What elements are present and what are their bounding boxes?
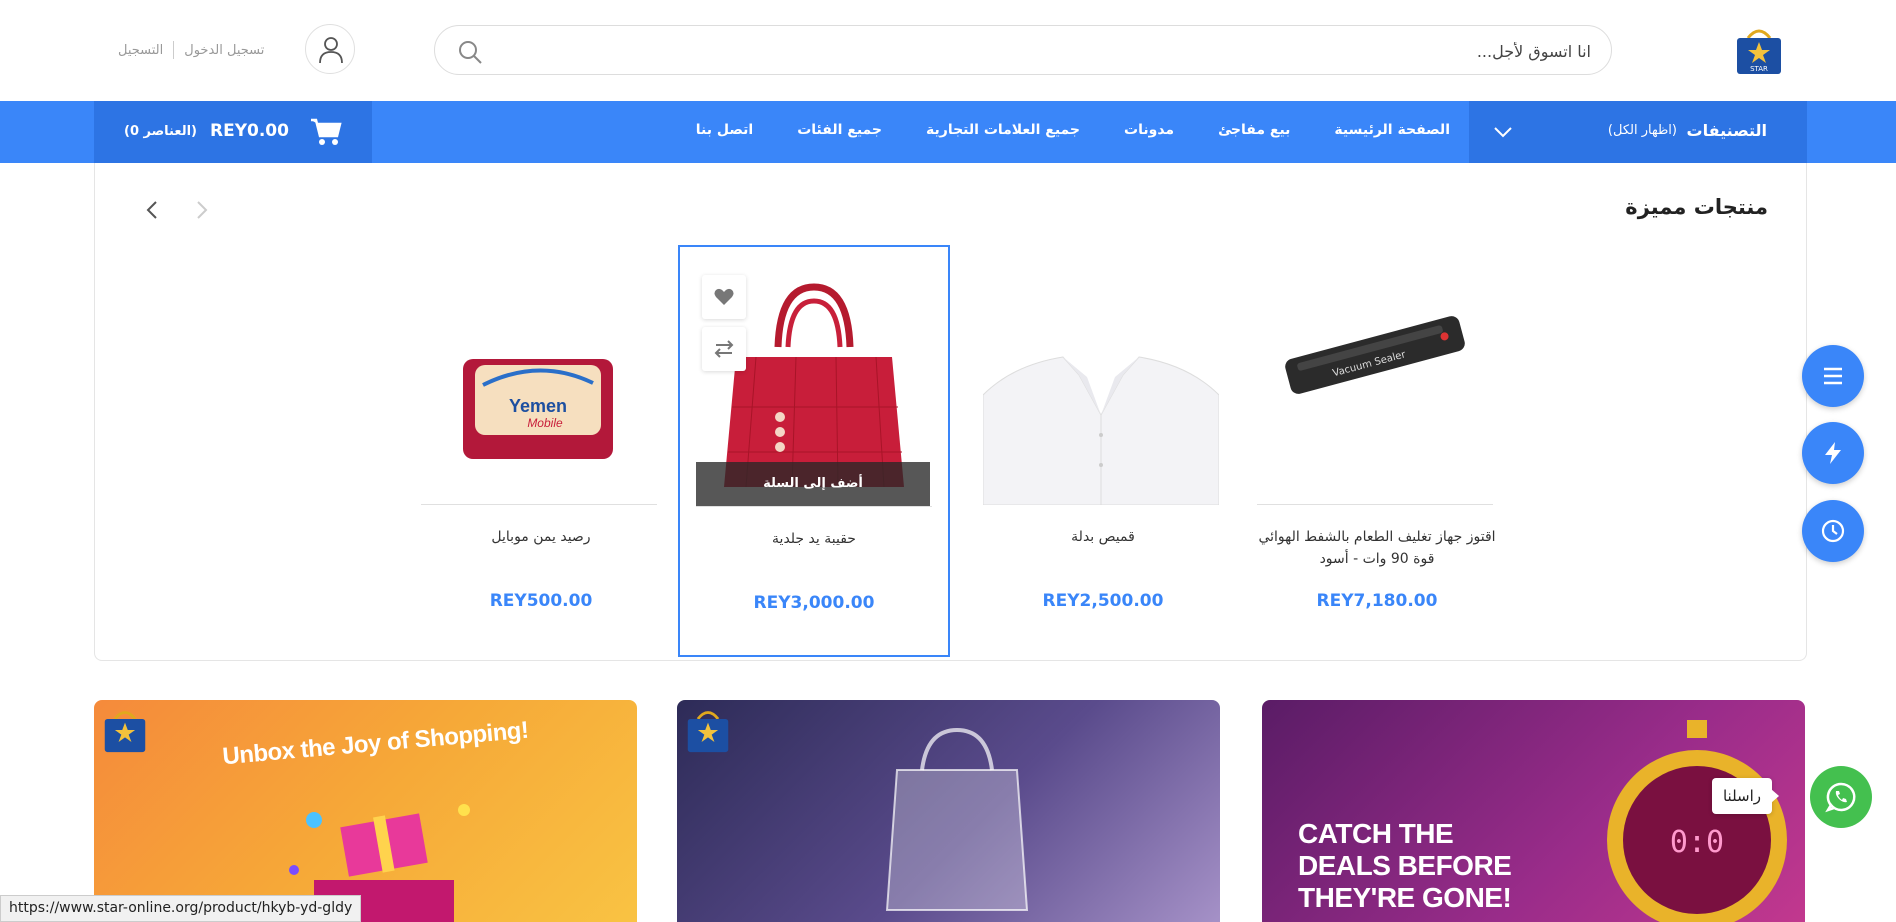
product-name[interactable]: قميص بدلة: [977, 526, 1229, 548]
whatsapp-icon: [1825, 782, 1856, 813]
recently-viewed-button[interactable]: [1802, 500, 1864, 562]
svg-text:Yemen: Yemen: [509, 396, 567, 416]
svg-text:STAR: STAR: [1750, 65, 1768, 73]
product-name[interactable]: حقيبة يد جلدية: [690, 528, 938, 550]
lightning-icon: [1825, 442, 1841, 464]
product-image-white-shirt[interactable]: [982, 265, 1220, 506]
yemen-mobile-card-image: Yemen Mobile: [463, 359, 613, 459]
product-price: REY3,000.00: [753, 593, 875, 613]
star-online-logo: [104, 711, 146, 753]
star-online-logo[interactable]: STAR: [1734, 24, 1784, 76]
cart-button[interactable]: REY0.00 (0 العناصر): [94, 101, 372, 163]
search-box: [434, 25, 1612, 75]
top-header: STAR تسجيل الدخول التسجيل: [0, 0, 1896, 100]
product-card[interactable]: Yemen Mobile رصيد يمن موبايل REY500.00: [405, 245, 677, 657]
heart-icon: [714, 288, 734, 305]
product-price: REY7,180.00: [1316, 591, 1438, 611]
compare-button[interactable]: [702, 327, 746, 371]
featured-title: منتجات مميزة: [1625, 195, 1768, 219]
shopping-bag-illustration: [885, 727, 1029, 911]
stopwatch-illustration: 0:0: [1607, 720, 1787, 922]
white-shirt-image: [982, 356, 1220, 506]
nav-links: الصفحة الرئيسية بيع مفاجئ مدونات جميع ال…: [696, 122, 1450, 138]
clock-icon: [1821, 519, 1845, 543]
status-bar-url: https://www.star-online.org/product/hkyb…: [0, 895, 362, 922]
nav-link-contact[interactable]: اتصل بنا: [696, 122, 753, 138]
product-image-vacuum-sealer[interactable]: Vacuum Sealer: [1257, 265, 1493, 505]
nav-link-all-brands[interactable]: جميع العلامات التجارية: [926, 122, 1080, 138]
svg-text:Mobile: Mobile: [527, 416, 563, 430]
svg-text:0:0: 0:0: [1670, 825, 1724, 860]
register-link[interactable]: التسجيل: [118, 43, 163, 58]
user-icon: [319, 37, 343, 64]
nav-link-home[interactable]: الصفحة الرئيسية: [1334, 122, 1450, 138]
product-card[interactable]: Vacuum Sealer اقتوز جهاز تغليف الطعام با…: [1241, 245, 1513, 657]
main-navbar: التصنيفات (اظهار الكل) الصفحة الرئيسية ب…: [0, 101, 1896, 163]
chevron-right-icon[interactable]: [195, 199, 209, 221]
login-link[interactable]: تسجيل الدخول: [184, 43, 264, 58]
product-card[interactable]: أضف إلى السلة حقيبة يد جلدية REY3,000.00: [678, 245, 950, 657]
product-card[interactable]: قميص بدلة REY2,500.00: [967, 245, 1239, 657]
wishlist-button[interactable]: [702, 275, 746, 319]
cart-total: REY0.00: [210, 121, 289, 141]
nav-link-all-categories[interactable]: جميع الفئات: [797, 122, 882, 138]
contact-tooltip[interactable]: راسلنا: [1712, 778, 1779, 814]
menu-icon: [1824, 367, 1842, 385]
auth-divider: [173, 41, 175, 59]
cart-icon: [311, 118, 342, 145]
chevron-left-icon[interactable]: [145, 199, 159, 221]
show-all-link[interactable]: (اظهار الكل): [1608, 123, 1677, 138]
search-icon[interactable]: [457, 39, 483, 65]
search-input[interactable]: [511, 36, 1591, 66]
compare-icon: [714, 340, 734, 358]
flash-deals-button[interactable]: [1802, 422, 1864, 484]
nav-link-flash-sale[interactable]: بيع مفاجئ: [1218, 122, 1290, 138]
featured-products-section: منتجات مميزة Vacuum Sealer اقتوز جهاز تغ…: [94, 163, 1807, 661]
banner-heading: CATCH THE DEALS BEFORE THEY'RE GONE!: [1298, 818, 1512, 913]
side-menu-button[interactable]: [1802, 345, 1864, 407]
product-name[interactable]: اقتوز جهاز تغليف الطعام بالشفط الهوائي ق…: [1251, 526, 1503, 570]
product-price: REY2,500.00: [1042, 591, 1164, 611]
promo-banner-unbox[interactable]: Unbox the Joy of Shopping!: [94, 700, 637, 922]
product-name[interactable]: رصيد يمن موبايل: [415, 526, 667, 548]
nav-link-blogs[interactable]: مدونات: [1124, 122, 1174, 138]
cart-item-count: (0 العناصر): [124, 124, 197, 139]
promo-banner-shopping-bag[interactable]: [677, 700, 1220, 922]
vacuum-sealer-image: Vacuum Sealer: [1285, 316, 1465, 394]
star-online-logo: [687, 711, 729, 753]
whatsapp-button[interactable]: [1810, 766, 1872, 828]
chevron-down-icon[interactable]: [1491, 120, 1515, 144]
auth-links: تسجيل الدخول التسجيل: [118, 40, 264, 60]
product-price: REY500.00: [489, 591, 593, 611]
product-image-yemen-mobile-card[interactable]: Yemen Mobile: [421, 265, 657, 505]
add-to-cart-button[interactable]: أضف إلى السلة: [696, 462, 930, 506]
categories-dropdown[interactable]: التصنيفات (اظهار الكل): [1469, 101, 1807, 163]
banner-heading: Unbox the Joy of Shopping!: [221, 716, 530, 771]
categories-label: التصنيفات: [1686, 121, 1767, 140]
user-account-button[interactable]: [305, 24, 355, 74]
